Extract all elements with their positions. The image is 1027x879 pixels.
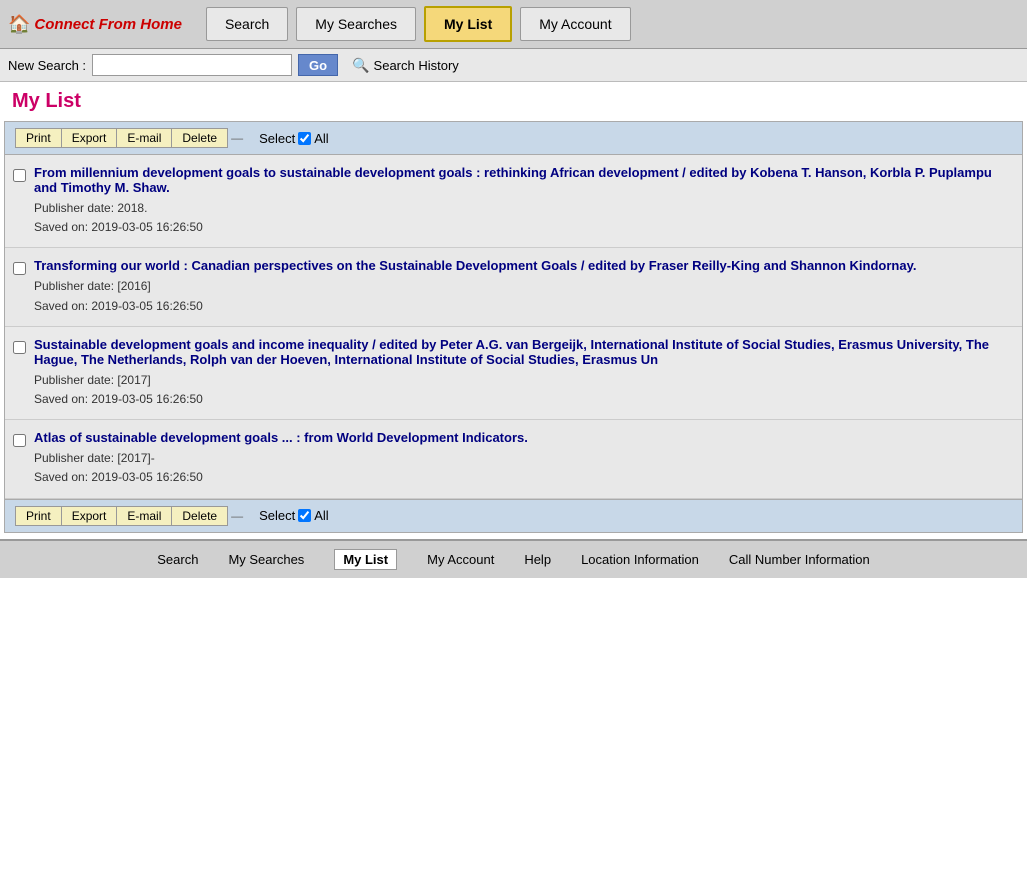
select-label: Select bbox=[259, 131, 295, 146]
select-all-checkbox[interactable] bbox=[298, 132, 311, 145]
go-button[interactable]: Go bbox=[298, 54, 338, 76]
footer-link-my-list[interactable]: My List bbox=[334, 549, 397, 570]
delete-button[interactable]: Delete bbox=[171, 128, 228, 148]
list-item: From millennium development goals to sus… bbox=[5, 155, 1022, 248]
item-4-title[interactable]: Atlas of sustainable development goals .… bbox=[34, 430, 1012, 445]
logo-icon: 🏠 bbox=[8, 14, 30, 35]
footer-link-my-account[interactable]: My Account bbox=[427, 552, 494, 567]
item-1-title[interactable]: From millennium development goals to sus… bbox=[34, 165, 1012, 195]
item-1-saved: Saved on: 2019-03-05 16:26:50 bbox=[34, 218, 1012, 237]
search-history-link[interactable]: 🔍 Search History bbox=[352, 57, 459, 74]
item-3-content: Sustainable development goals and income… bbox=[34, 337, 1012, 409]
item-4-saved: Saved on: 2019-03-05 16:26:50 bbox=[34, 468, 1012, 487]
email-button-bottom[interactable]: E-mail bbox=[116, 506, 172, 526]
toolbar-bottom: Print Export E-mail Delete — Select All bbox=[5, 499, 1022, 532]
item-3-publisher: Publisher date: [2017] bbox=[34, 371, 1012, 390]
select-all-checkbox-bottom[interactable] bbox=[298, 509, 311, 522]
list-item: Transforming our world : Canadian perspe… bbox=[5, 248, 1022, 326]
item-2-content: Transforming our world : Canadian perspe… bbox=[34, 258, 1012, 315]
search-history-label: Search History bbox=[374, 58, 459, 73]
all-label-bottom: All bbox=[314, 508, 328, 523]
email-button[interactable]: E-mail bbox=[116, 128, 172, 148]
all-label: All bbox=[314, 131, 328, 146]
footer-link-search[interactable]: Search bbox=[157, 552, 198, 567]
tab-search[interactable]: Search bbox=[206, 7, 288, 41]
new-search-label: New Search : bbox=[8, 58, 86, 73]
print-button[interactable]: Print bbox=[15, 128, 62, 148]
search-bar: New Search : Go 🔍 Search History bbox=[0, 49, 1027, 82]
delete-button-bottom[interactable]: Delete bbox=[171, 506, 228, 526]
page-title: My List bbox=[0, 82, 1027, 121]
logo-text: Connect From Home bbox=[34, 16, 182, 33]
tab-my-searches[interactable]: My Searches bbox=[296, 7, 416, 41]
item-4-checkbox[interactable] bbox=[13, 434, 26, 447]
footer-link-help[interactable]: Help bbox=[524, 552, 551, 567]
item-1-content: From millennium development goals to sus… bbox=[34, 165, 1012, 237]
header: 🏠 Connect From Home Search My Searches M… bbox=[0, 0, 1027, 49]
toolbar-separator: — bbox=[231, 131, 243, 145]
new-search-input[interactable] bbox=[92, 54, 292, 76]
select-all-area: Select All bbox=[259, 131, 329, 146]
item-2-title[interactable]: Transforming our world : Canadian perspe… bbox=[34, 258, 1012, 273]
select-label-bottom: Select bbox=[259, 508, 295, 523]
item-4-publisher: Publisher date: [2017]- bbox=[34, 449, 1012, 468]
footer-link-location[interactable]: Location Information bbox=[581, 552, 699, 567]
footer-link-call-number[interactable]: Call Number Information bbox=[729, 552, 870, 567]
search-history-icon: 🔍 bbox=[352, 57, 369, 74]
item-1-checkbox[interactable] bbox=[13, 169, 26, 182]
item-3-title[interactable]: Sustainable development goals and income… bbox=[34, 337, 1012, 367]
main-content: Print Export E-mail Delete — Select All … bbox=[4, 121, 1023, 533]
export-button-bottom[interactable]: Export bbox=[61, 506, 118, 526]
item-2-publisher: Publisher date: [2016] bbox=[34, 277, 1012, 296]
select-all-area-bottom: Select All bbox=[259, 508, 329, 523]
toolbar-separator-bottom: — bbox=[231, 509, 243, 523]
toolbar-top: Print Export E-mail Delete — Select All bbox=[5, 122, 1022, 155]
export-button[interactable]: Export bbox=[61, 128, 118, 148]
item-3-checkbox[interactable] bbox=[13, 341, 26, 354]
footer: Search My Searches My List My Account He… bbox=[0, 539, 1027, 578]
print-button-bottom[interactable]: Print bbox=[15, 506, 62, 526]
item-2-saved: Saved on: 2019-03-05 16:26:50 bbox=[34, 297, 1012, 316]
item-1-publisher: Publisher date: 2018. bbox=[34, 199, 1012, 218]
tab-my-account[interactable]: My Account bbox=[520, 7, 630, 41]
list-item: Sustainable development goals and income… bbox=[5, 327, 1022, 420]
list-item: Atlas of sustainable development goals .… bbox=[5, 420, 1022, 498]
item-2-checkbox[interactable] bbox=[13, 262, 26, 275]
tab-my-list[interactable]: My List bbox=[424, 6, 512, 42]
logo-area: 🏠 Connect From Home bbox=[8, 14, 182, 35]
footer-link-my-searches[interactable]: My Searches bbox=[228, 552, 304, 567]
item-3-saved: Saved on: 2019-03-05 16:26:50 bbox=[34, 390, 1012, 409]
item-4-content: Atlas of sustainable development goals .… bbox=[34, 430, 1012, 487]
